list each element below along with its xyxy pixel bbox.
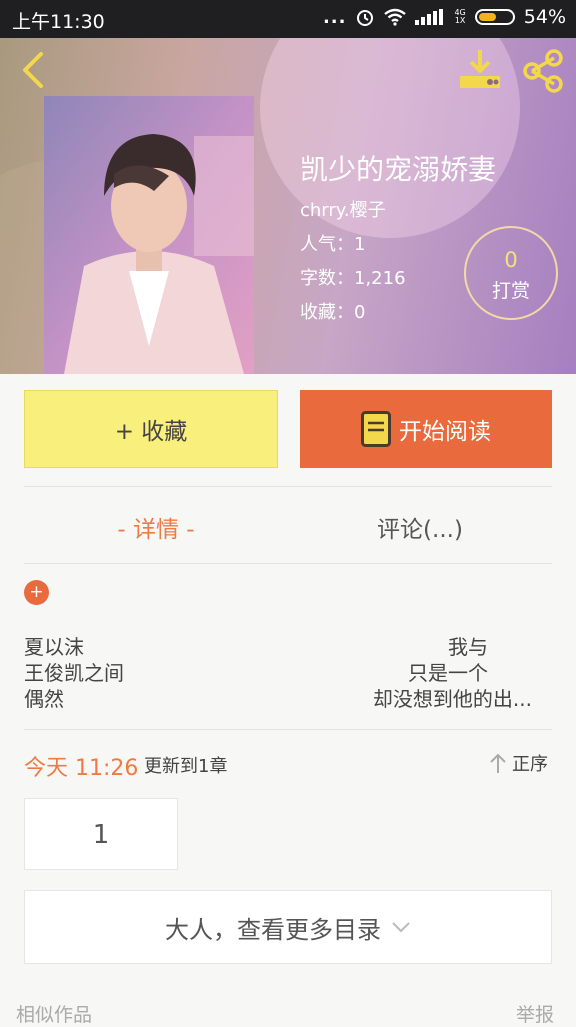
start-reading-button[interactable]: 开始阅读 [300, 390, 552, 468]
more-chapters-button[interactable]: 大人，查看更多目录 [24, 890, 552, 964]
update-text: 更新到1章 [144, 756, 228, 777]
tip-label: 打赏 [491, 280, 530, 302]
share-icon[interactable] [520, 48, 566, 94]
chevron-down-icon [392, 922, 410, 933]
divider [24, 563, 552, 564]
description-line: 王俊凯之间 [24, 661, 124, 685]
collect-label: + 收藏 [114, 419, 188, 445]
description-left: 夏以沫 王俊凯之间 偶然 [24, 634, 124, 712]
chapter-item[interactable]: 1 [24, 798, 178, 870]
battery-icon [474, 9, 515, 25]
alarm-icon [357, 10, 374, 26]
tip-count: 0 [504, 248, 518, 272]
collect-button[interactable]: + 收藏 [24, 390, 278, 468]
divider [24, 729, 552, 730]
similar-works-label: 相似作品 [16, 1004, 93, 1026]
description-line: 偶然 [24, 687, 64, 711]
start-reading-label: 开始阅读 [399, 419, 491, 445]
description-line: 我与 [448, 635, 488, 659]
description-line: 却没想到他的出... [372, 687, 532, 711]
description-line: 只是一个 [408, 661, 488, 685]
description-right: 我与 只是一个 却没想到他的出... [373, 634, 532, 712]
tab-detail[interactable]: - 详情 - [24, 510, 288, 544]
network-type: 4G 1X [454, 8, 466, 25]
arrow-up-icon [490, 753, 506, 773]
sort-button[interactable]: 正序 [488, 750, 548, 776]
book-popularity: 人气：1 [300, 234, 366, 255]
book-icon [361, 411, 391, 447]
back-icon[interactable] [14, 50, 54, 90]
book-word-count: 字数：1,216 [300, 268, 406, 289]
description-line: 夏以沫 [24, 635, 84, 659]
status-icons: ... 4G 1X 54% [323, 6, 566, 28]
book-author[interactable]: chrry.樱子 [300, 196, 386, 222]
book-cover[interactable] [44, 96, 254, 374]
signal-icon [415, 9, 444, 25]
more-chapters-label: 大人，查看更多目录 [165, 915, 381, 944]
divider [24, 486, 552, 487]
wifi-icon [384, 8, 407, 26]
download-icon[interactable] [456, 48, 504, 92]
tip-button[interactable]: 0 打赏 [464, 226, 558, 320]
update-time: 今天 11:26 [24, 756, 139, 781]
tab-comments[interactable]: 评论(...) [288, 510, 552, 544]
status-bar: 上午11:30 ... 4G 1X 54% [0, 0, 576, 38]
status-time: 上午11:30 [12, 11, 105, 33]
sort-label: 正序 [512, 754, 548, 775]
book-title: 凯少的宠溺娇妻 [300, 153, 497, 186]
book-favorites: 收藏：0 [300, 302, 366, 323]
battery-percent: 54% [523, 6, 566, 28]
book-header: 凯少的宠溺娇妻 chrry.樱子 人气：1 字数：1,216 收藏：0 0 打赏 [0, 38, 576, 374]
report-link[interactable]: 举报 [516, 1000, 554, 1027]
more-dots-icon: ... [322, 6, 347, 28]
expand-description-icon[interactable]: + [24, 580, 49, 605]
